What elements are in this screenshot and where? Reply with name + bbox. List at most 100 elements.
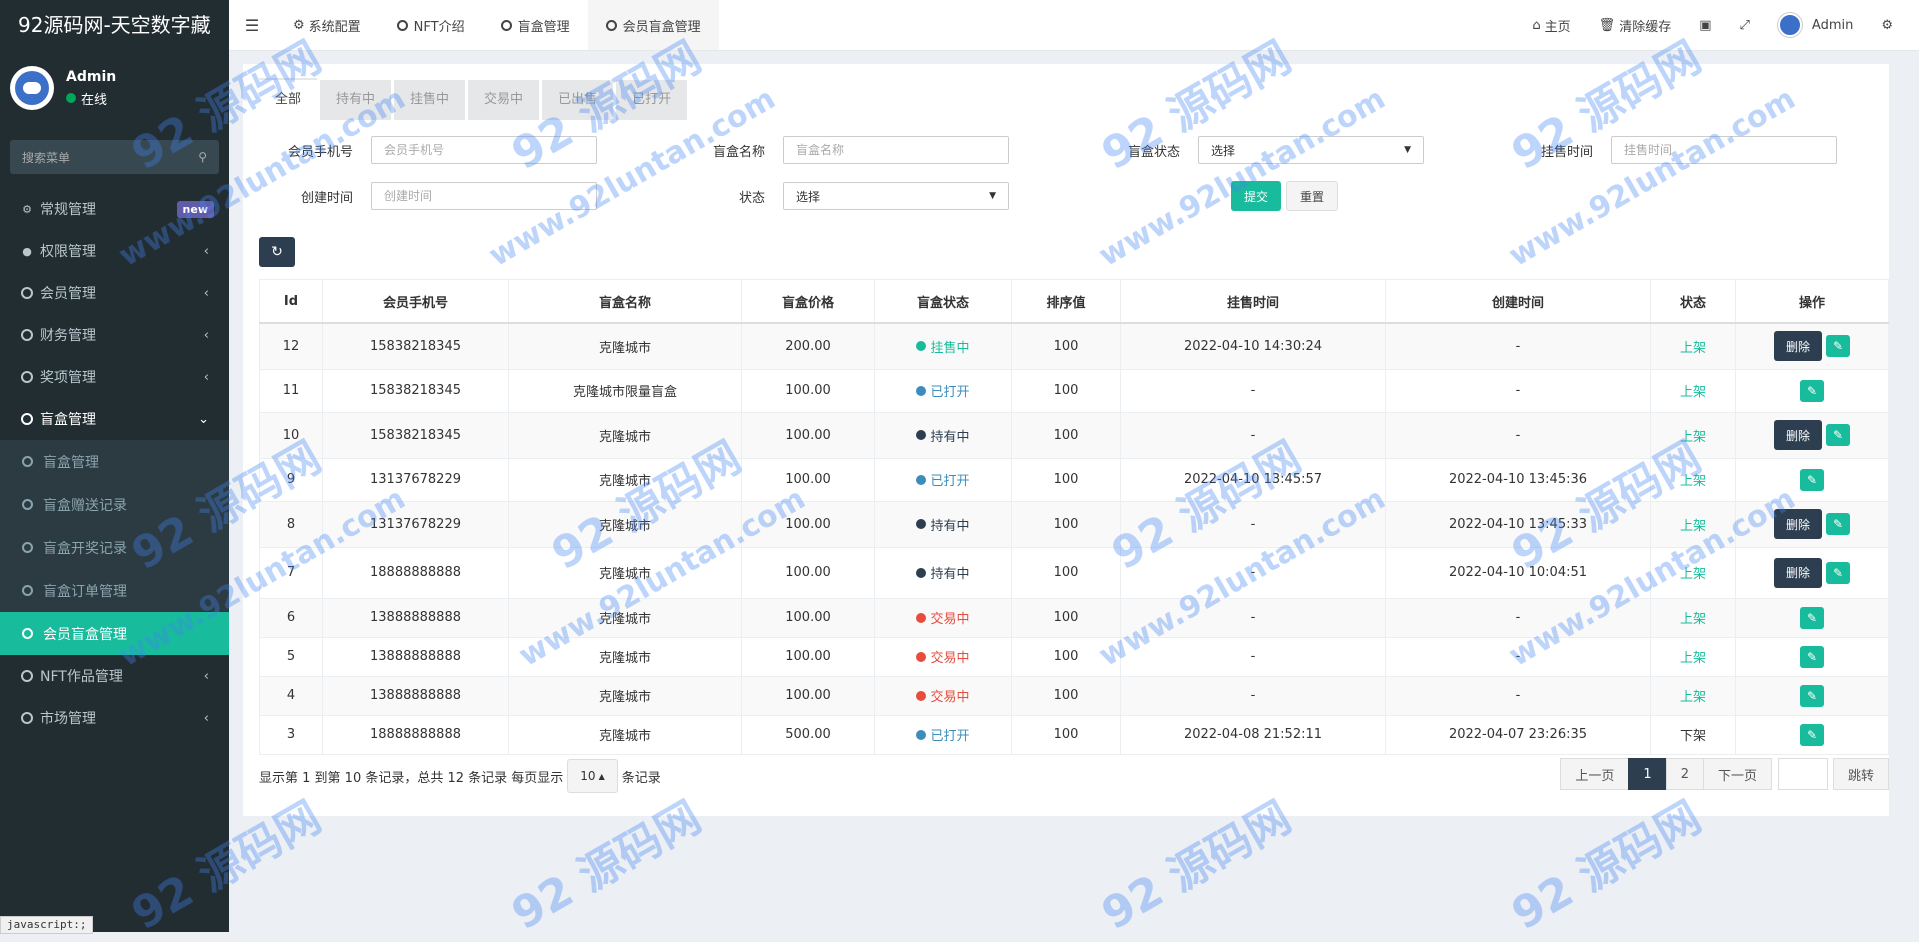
table-cell: 7 bbox=[259, 546, 323, 599]
shelf-status-link[interactable]: 上架 bbox=[1680, 430, 1706, 445]
edit-button[interactable]: ✎ bbox=[1800, 379, 1824, 402]
edit-button[interactable]: ✎ bbox=[1826, 561, 1850, 584]
table-cell: 100 bbox=[1011, 457, 1121, 502]
status-select[interactable]: 选择 ▼ bbox=[783, 182, 1009, 210]
pencil-icon: ✎ bbox=[1832, 565, 1844, 580]
delete-button[interactable]: 删除 bbox=[1773, 557, 1822, 588]
jump-page-input[interactable] bbox=[1777, 758, 1828, 790]
create-time-input[interactable] bbox=[371, 182, 597, 210]
page-1-button[interactable]: 1 bbox=[1628, 758, 1667, 790]
shelf-status-link[interactable]: 下架 bbox=[1680, 729, 1706, 744]
table-cell: 10 bbox=[259, 411, 323, 459]
shelf-status-link[interactable]: 上架 bbox=[1680, 651, 1706, 666]
shelf-status-link[interactable]: 上架 bbox=[1680, 612, 1706, 627]
sale-time-input[interactable] bbox=[1611, 136, 1837, 164]
page-size-dropdown[interactable]: 10 ▲ bbox=[567, 759, 618, 793]
admin-menu[interactable]: Admin bbox=[1764, 13, 1867, 37]
table-cell: 100 bbox=[1011, 546, 1121, 599]
sidebar-item-blindbox[interactable]: 盲盒管理 ⌄ bbox=[0, 398, 229, 440]
delete-button[interactable]: 删除 bbox=[1773, 509, 1822, 539]
table-cell: - bbox=[1385, 597, 1651, 638]
sidebar-item-member[interactable]: 会员管理 ‹ bbox=[0, 272, 229, 314]
table-cell: 上架 bbox=[1650, 322, 1736, 370]
tab-nft-intro[interactable]: NFT介绍 bbox=[379, 0, 483, 50]
page-2-button[interactable]: 2 bbox=[1665, 758, 1704, 790]
refresh-button[interactable]: ↻ bbox=[259, 237, 295, 267]
table-cell: - bbox=[1385, 675, 1651, 716]
edit-button[interactable]: ✎ bbox=[1826, 424, 1850, 446]
sidebar-item-permission[interactable]: ● 权限管理 ‹ bbox=[0, 230, 229, 272]
table-cell: 交易中 bbox=[874, 636, 1012, 677]
col-box-name[interactable]: 盲盒名称 bbox=[508, 279, 742, 324]
tab-system-config[interactable]: ⚙ 系统配置 bbox=[275, 0, 379, 50]
delete-button[interactable]: 删除 bbox=[1773, 420, 1822, 450]
settings-gear-icon[interactable]: ⚙ bbox=[1867, 18, 1907, 33]
col-id[interactable]: Id bbox=[259, 279, 323, 324]
circle-icon bbox=[20, 413, 34, 425]
language-icon[interactable]: ▣ bbox=[1685, 18, 1725, 33]
tab-all[interactable]: 全部 bbox=[259, 78, 318, 120]
next-page-button[interactable]: 下一页 bbox=[1702, 758, 1772, 790]
tab-sold[interactable]: 已出售 bbox=[542, 80, 614, 120]
sidebar-item-nft[interactable]: NFT作品管理 ‹ bbox=[0, 655, 229, 697]
sidebar-search-input[interactable]: 搜索菜单 ⚲ bbox=[10, 140, 219, 174]
edit-button[interactable]: ✎ bbox=[1826, 335, 1850, 358]
table-cell: 克隆城市限量盲盒 bbox=[508, 368, 742, 413]
edit-button[interactable]: ✎ bbox=[1826, 513, 1850, 535]
fullscreen-icon[interactable]: ⤢ bbox=[1726, 18, 1764, 33]
col-box-price[interactable]: 盲盒价格 bbox=[741, 279, 875, 324]
sidebar-subitem-blindbox[interactable]: 盲盒管理 bbox=[0, 440, 229, 483]
sidebar-subitem-orders[interactable]: 盲盒订单管理 bbox=[0, 569, 229, 612]
topbar: ☰ ⚙ 系统配置 NFT介绍 盲盒管理 会员盲盒管理 ⌂ 主页 🗑 清除缓存 ▣ ⤢ … bbox=[229, 0, 1919, 51]
table-cell: - bbox=[1120, 368, 1386, 413]
col-sort[interactable]: 排序值 bbox=[1011, 279, 1121, 324]
phone-input[interactable] bbox=[371, 136, 597, 164]
col-create-time[interactable]: 创建时间 bbox=[1385, 279, 1651, 324]
online-dot-icon bbox=[66, 93, 76, 103]
gear-icon: ⚙ bbox=[293, 17, 305, 33]
sidebar-item-finance[interactable]: 财务管理 ‹ bbox=[0, 314, 229, 356]
shelf-status-link[interactable]: 上架 bbox=[1680, 519, 1706, 534]
edit-button[interactable]: ✎ bbox=[1800, 606, 1824, 629]
tab-blindbox[interactable]: 盲盒管理 bbox=[483, 0, 588, 50]
submit-button[interactable]: 提交 bbox=[1231, 181, 1282, 211]
tab-trading[interactable]: 交易中 bbox=[468, 80, 540, 120]
clear-cache-button[interactable]: 🗑 清除缓存 bbox=[1585, 16, 1686, 35]
edit-button[interactable]: ✎ bbox=[1800, 645, 1824, 668]
prev-page-button[interactable]: 上一页 bbox=[1560, 758, 1630, 790]
col-sale-time[interactable]: 挂售时间 bbox=[1120, 279, 1386, 324]
box-name-input[interactable] bbox=[783, 136, 1009, 164]
col-box-status[interactable]: 盲盒状态 bbox=[874, 279, 1012, 324]
col-phone[interactable]: 会员手机号 bbox=[322, 279, 509, 324]
box-status-select[interactable]: 选择 ▼ bbox=[1198, 136, 1424, 164]
jump-button[interactable]: 跳转 bbox=[1832, 758, 1889, 790]
sidebar-subitem-gift-records[interactable]: 盲盒赠送记录 bbox=[0, 483, 229, 526]
home-link[interactable]: ⌂ 主页 bbox=[1518, 16, 1584, 35]
shelf-status-link[interactable]: 上架 bbox=[1680, 474, 1706, 489]
avatar bbox=[1777, 13, 1802, 37]
delete-button[interactable]: 删除 bbox=[1773, 331, 1822, 362]
edit-button[interactable]: ✎ bbox=[1800, 684, 1824, 707]
content-panel: 全部 持有中 挂售中 交易中 已出售 已打开 会员手机号 盲盒名称 盲盒状态 选… bbox=[243, 64, 1889, 816]
sidebar-item-general[interactable]: ⚙ 常规管理 new bbox=[0, 188, 229, 230]
sidebar-subitem-member-blindbox[interactable]: 会员盲盒管理 bbox=[0, 612, 229, 655]
shelf-status-link[interactable]: 上架 bbox=[1680, 385, 1706, 400]
shelf-status-link[interactable]: 上架 bbox=[1680, 567, 1706, 582]
tab-on-sale[interactable]: 挂售中 bbox=[394, 80, 466, 120]
shelf-status-link[interactable]: 上架 bbox=[1680, 341, 1706, 356]
menu-toggle-icon[interactable]: ☰ bbox=[229, 16, 275, 35]
table-cell: 3 bbox=[259, 714, 323, 755]
tab-member-blindbox[interactable]: 会员盲盒管理 bbox=[587, 0, 719, 50]
sidebar-item-market[interactable]: 市场管理 ‹ bbox=[0, 697, 229, 739]
reset-button[interactable]: 重置 bbox=[1286, 181, 1339, 211]
filter-create-time: 创建时间 bbox=[243, 182, 597, 210]
col-status[interactable]: 状态 bbox=[1650, 279, 1736, 324]
edit-button[interactable]: ✎ bbox=[1800, 723, 1824, 746]
edit-button[interactable]: ✎ bbox=[1800, 468, 1824, 491]
sidebar-item-prize[interactable]: 奖项管理 ‹ bbox=[0, 356, 229, 398]
tab-opened[interactable]: 已打开 bbox=[616, 80, 688, 120]
sidebar-subitem-draw-records[interactable]: 盲盒开奖记录 bbox=[0, 526, 229, 569]
shelf-status-link[interactable]: 上架 bbox=[1680, 690, 1706, 705]
app-title[interactable]: 92源码网-天空数字藏 bbox=[0, 0, 229, 50]
tab-holding[interactable]: 持有中 bbox=[320, 80, 392, 120]
